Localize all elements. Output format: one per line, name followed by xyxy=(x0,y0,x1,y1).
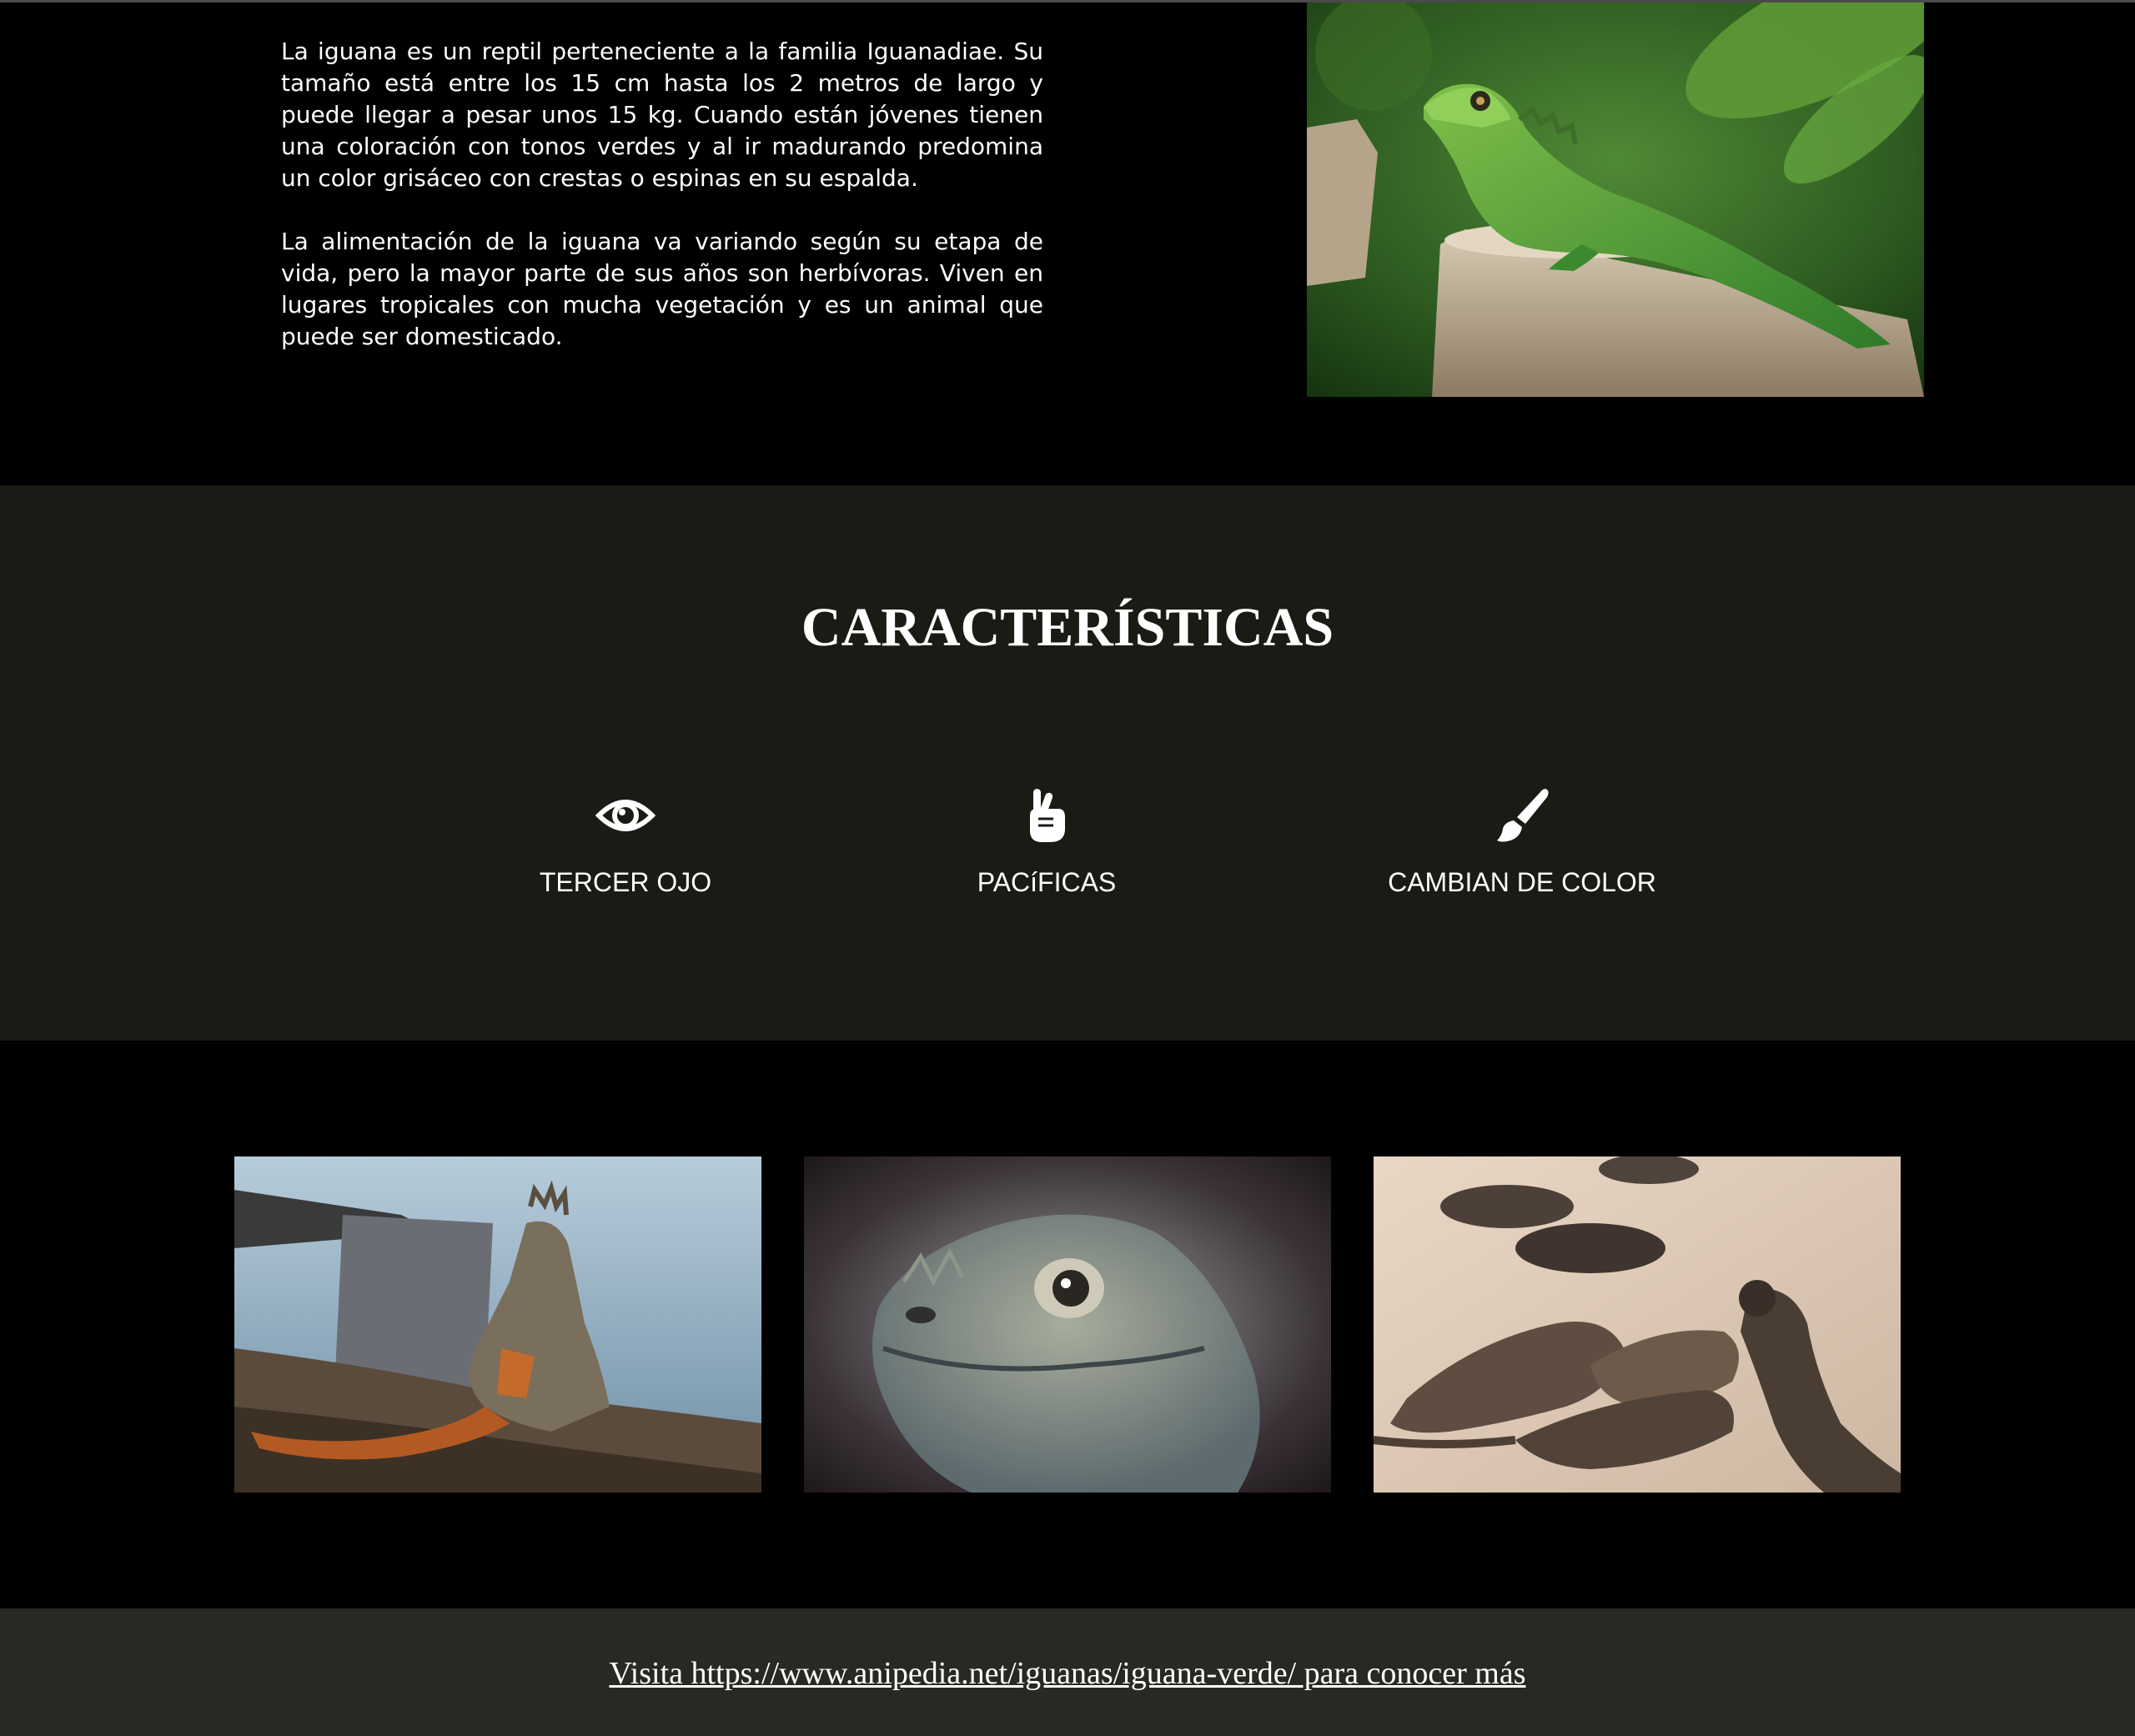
hero-iguana-image xyxy=(1307,3,1924,397)
intro-section: La iguana es un reptil perteneciente a l… xyxy=(0,3,2135,485)
feature-third-eye: TERCER OJO xyxy=(459,785,792,898)
source-link[interactable]: Visita https://www.anipedia.net/iguanas/… xyxy=(0,1655,2135,1692)
footer: Visita https://www.anipedia.net/iguanas/… xyxy=(0,1608,2135,1736)
gallery-image-1 xyxy=(234,1156,761,1493)
eye-icon xyxy=(595,800,656,831)
peace-hand-icon xyxy=(1030,789,1065,842)
intro-paragraph-2: La alimentación de la iguana va variando… xyxy=(281,228,1043,350)
intro-text: La iguana es un reptil perteneciente a l… xyxy=(281,36,1043,384)
feature-peaceful: PACíFICAS xyxy=(880,785,1213,898)
characteristics-title: CARACTERÍSTICAS xyxy=(801,597,1334,658)
feature-label: CAMBIAN DE COLOR xyxy=(1388,867,1656,897)
gallery-image-3 xyxy=(1374,1156,1901,1493)
feature-change-color: CAMBIAN DE COLOR xyxy=(1355,785,1689,898)
paintbrush-icon xyxy=(1497,789,1549,842)
feature-label: PACíFICAS xyxy=(977,867,1117,897)
characteristics-section: CARACTERÍSTICAS TERCER OJO PACíFICAS CAM… xyxy=(0,485,2135,1041)
gallery-image-2 xyxy=(804,1156,1331,1493)
feature-label: TERCER OJO xyxy=(539,867,712,897)
intro-paragraph-1: La iguana es un reptil perteneciente a l… xyxy=(281,38,1043,192)
gallery-section xyxy=(0,1041,2135,1608)
